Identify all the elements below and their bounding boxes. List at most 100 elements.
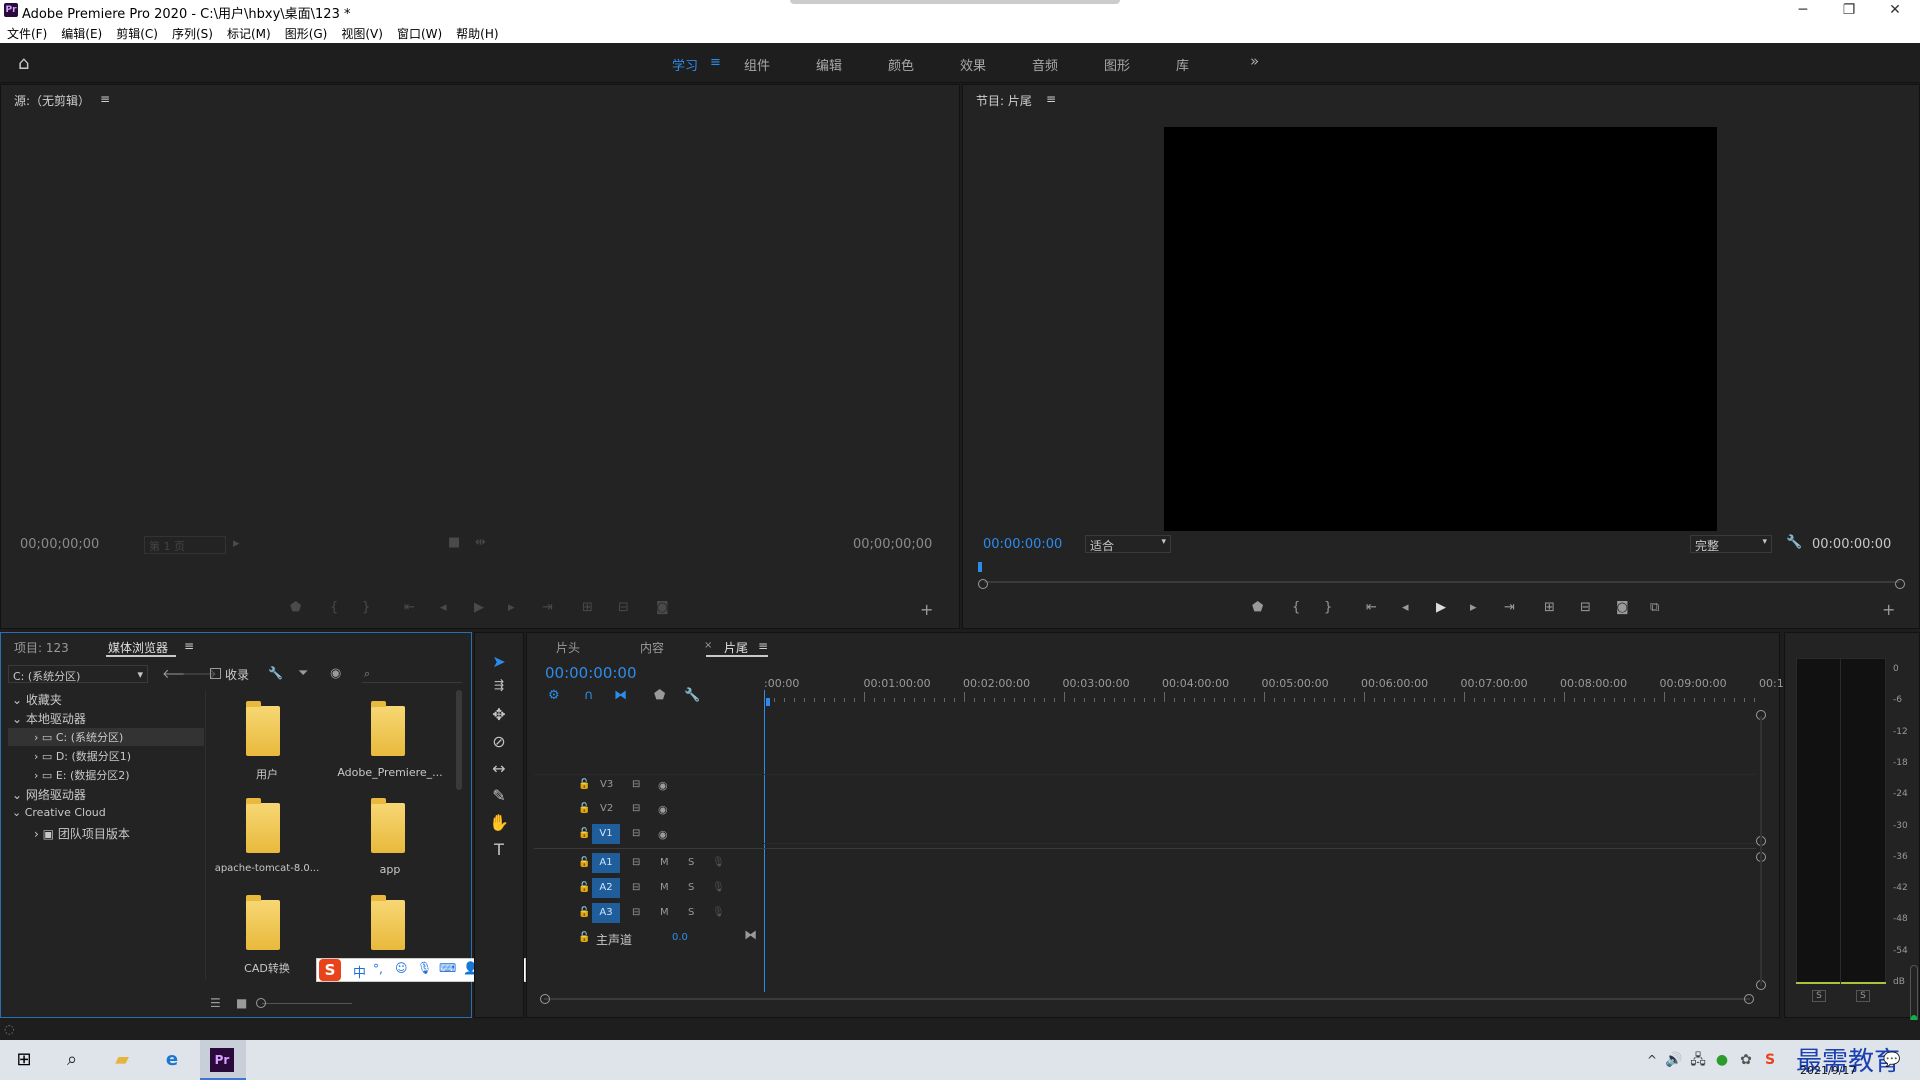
menu-markers[interactable]: 标记(M) <box>220 21 278 42</box>
ingest-settings-wrench-icon[interactable]: 🔧 <box>268 666 283 680</box>
microphone-icon[interactable]: 🎙 <box>712 882 725 893</box>
tree-item-drive-c[interactable]: › ▭ C: (系统分区) <box>34 729 123 745</box>
program-goto-in-icon[interactable]: ⇤ <box>1366 600 1377 615</box>
timeline-tab-outro[interactable]: 片尾 <box>724 639 748 656</box>
program-timecode[interactable]: 00:00:00:00 <box>983 537 1062 552</box>
source-mark-in-icon[interactable]: { <box>330 600 338 615</box>
microphone-icon[interactable]: 🎙 <box>712 907 725 918</box>
media-browser-menu-icon[interactable]: ≡ <box>184 639 194 653</box>
sogou-tray-icon[interactable]: S <box>1758 1048 1782 1072</box>
solo-button[interactable]: S <box>688 907 694 918</box>
file-grid-scrollbar[interactable] <box>456 690 462 790</box>
source-drag-icon[interactable]: ⇹ <box>475 535 486 550</box>
menu-window[interactable]: 窗口(W) <box>390 21 449 42</box>
program-play-icon[interactable]: ▶ <box>1436 600 1446 615</box>
program-settings-wrench-icon[interactable]: 🔧 <box>1786 535 1802 550</box>
ripple-edit-tool-icon[interactable]: ✥ <box>488 705 510 727</box>
track-label-v1[interactable]: V1 <box>592 824 620 844</box>
taskbar-date[interactable]: 2021/9/17 <box>1800 1064 1856 1077</box>
lock-icon[interactable]: 🔓 <box>578 907 590 918</box>
tree-item-drive-d[interactable]: › ▭ D: (数据分区1) <box>34 748 131 764</box>
program-add-button-icon[interactable]: + <box>1882 600 1895 619</box>
program-lift-icon[interactable]: ⊞ <box>1544 600 1555 615</box>
sync-lock-icon[interactable]: ⊟ <box>632 907 640 918</box>
menu-clip[interactable]: 剪辑(C) <box>109 21 165 42</box>
sync-lock-icon[interactable]: ⊟ <box>632 828 640 839</box>
hand-tool-icon[interactable]: ✋ <box>488 813 510 835</box>
list-view-icon[interactable]: ☰ <box>210 996 221 1010</box>
program-video-frame[interactable] <box>1164 127 1717 531</box>
program-scrub-bar[interactable] <box>984 581 1900 583</box>
linked-selection-icon[interactable]: ⧓ <box>614 688 627 703</box>
eye-icon[interactable]: ◉ <box>658 779 668 792</box>
tree-item-local-drives[interactable]: ⌄ 本地驱动器 <box>12 710 86 727</box>
timeline-horizontal-scrollbar[interactable] <box>544 998 1750 1000</box>
source-goto-out-icon[interactable]: ⇥ <box>542 600 553 615</box>
menu-edit[interactable]: 编辑(E) <box>54 21 109 42</box>
source-overwrite-icon[interactable]: ⊟ <box>618 600 629 615</box>
workspace-libraries[interactable]: 库 <box>1176 55 1189 74</box>
folder-icon[interactable] <box>371 701 405 756</box>
mute-button[interactable]: M <box>660 857 669 868</box>
timeline-tab-close-icon[interactable]: × <box>704 640 712 651</box>
more-workspaces-icon[interactable]: » <box>1250 52 1259 70</box>
folder-icon[interactable] <box>371 895 405 950</box>
solo-button[interactable]: S <box>688 857 694 868</box>
track-label-a2[interactable]: A2 <box>592 878 620 898</box>
mute-button[interactable]: M <box>660 882 669 893</box>
program-export-frame-icon[interactable]: ◙ <box>1616 600 1629 615</box>
timeline-zoom-end-handle[interactable] <box>1744 994 1754 1004</box>
thumbnail-size-slider[interactable] <box>262 1003 352 1004</box>
search-icon[interactable]: ⌕ <box>60 1048 84 1072</box>
source-insert-icon[interactable]: ⊞ <box>582 600 593 615</box>
program-mark-out-icon[interactable]: } <box>1324 600 1332 615</box>
menu-help[interactable]: 帮助(H) <box>449 21 505 42</box>
video-track-area[interactable] <box>764 774 1756 844</box>
program-marker-icon[interactable]: ⬟ <box>1252 600 1263 615</box>
lock-icon[interactable]: 🔓 <box>578 779 590 790</box>
track-label-a1[interactable]: A1 <box>592 853 620 873</box>
workspace-assembly[interactable]: 组件 <box>744 55 770 74</box>
tree-item-favorites[interactable]: ⌄ 收藏夹 <box>12 691 62 708</box>
tray-expand-icon[interactable]: ^ <box>1640 1048 1664 1072</box>
timeline-timecode[interactable]: 00:00:00:00 <box>545 664 637 682</box>
tray-app-icon[interactable]: ● <box>1710 1048 1734 1072</box>
eye-icon[interactable]: ◉ <box>658 828 668 841</box>
icon-view-icon[interactable]: ■ <box>236 996 247 1010</box>
menu-view[interactable]: 视图(V) <box>334 21 390 42</box>
master-volume-value[interactable]: 0.0 <box>672 932 688 943</box>
timeline-tab-intro[interactable]: 片头 <box>556 639 580 656</box>
solo-button[interactable]: S <box>688 882 694 893</box>
status-info-icon[interactable]: ◌ <box>4 1022 14 1036</box>
thumbnail-size-handle[interactable] <box>256 998 266 1008</box>
sync-lock-icon[interactable]: ⊟ <box>632 857 640 868</box>
source-export-frame-icon[interactable]: ◙ <box>656 600 669 615</box>
filter-icon[interactable]: ⏷ <box>298 666 308 681</box>
ingest-checkbox[interactable] <box>210 668 221 679</box>
workspace-learn[interactable]: 学习 <box>672 55 698 74</box>
lock-icon[interactable]: 🔓 <box>578 857 590 868</box>
sync-lock-icon[interactable]: ⊟ <box>632 779 640 790</box>
meter-solo-left[interactable]: S <box>1812 990 1826 1002</box>
tree-item-creative-cloud[interactable]: ⌄ Creative Cloud <box>12 806 106 819</box>
search-input[interactable]: ⌕ <box>362 665 462 683</box>
selection-tool-icon[interactable]: ➤ <box>488 652 510 674</box>
timeline-tab-content[interactable]: 内容 <box>640 639 664 656</box>
workspace-graphics[interactable]: 图形 <box>1104 55 1130 74</box>
source-mark-out-icon[interactable]: } <box>362 600 370 615</box>
source-add-button-icon[interactable]: + <box>920 600 933 619</box>
playhead-handle[interactable] <box>766 698 770 706</box>
program-zoom-end-handle[interactable] <box>1895 579 1905 589</box>
volume-icon[interactable]: 🔊 <box>1662 1048 1686 1072</box>
eye-icon[interactable]: ◉ <box>658 803 668 816</box>
mute-button[interactable]: M <box>660 907 669 918</box>
lock-icon[interactable]: 🔓 <box>578 932 590 943</box>
source-settings-icon[interactable]: ■ <box>448 535 460 550</box>
timeline-panel-menu-icon[interactable]: ≡ <box>758 639 768 653</box>
add-marker-icon[interactable]: ⬟ <box>654 688 665 703</box>
program-playhead-indicator[interactable] <box>978 562 982 572</box>
nest-toggle-icon[interactable]: ⚙ <box>548 688 560 703</box>
minimize-icon[interactable]: ─ <box>1780 0 1826 21</box>
tab-project[interactable]: 项目: 123 <box>14 639 69 656</box>
close-icon[interactable]: ✕ <box>1872 0 1918 21</box>
